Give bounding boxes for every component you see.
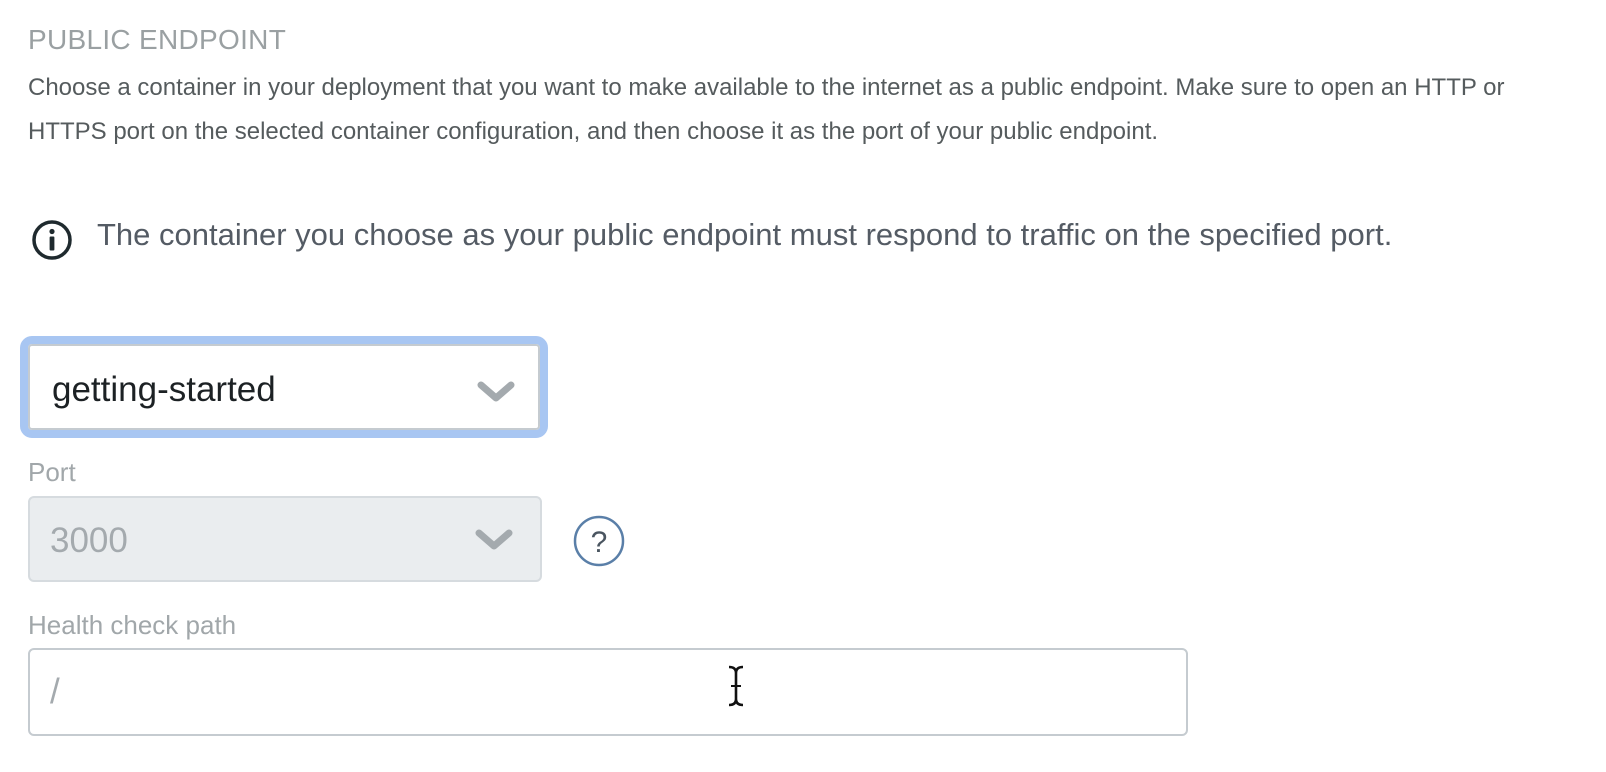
- info-circle-icon: [32, 220, 72, 260]
- chevron-down-icon[interactable]: [474, 528, 514, 552]
- section-heading: PUBLIC ENDPOINT: [28, 24, 287, 55]
- info-text: The container you choose as your public …: [97, 217, 1393, 252]
- svg-text:?: ?: [591, 526, 608, 559]
- container-select[interactable]: getting-started: [20, 336, 548, 438]
- container-select-value: getting-started: [52, 370, 276, 409]
- chevron-down-icon[interactable]: [476, 380, 516, 404]
- health-check-path-label: Health check path: [28, 610, 237, 640]
- health-check-path-input[interactable]: [28, 648, 1188, 736]
- question-circle-icon[interactable]: ?: [572, 514, 626, 568]
- container-select-box[interactable]: getting-started: [28, 344, 540, 430]
- port-select[interactable]: 3000: [28, 496, 542, 582]
- port-select-value: 3000: [50, 521, 128, 560]
- section-description: Choose a container in your deployment th…: [28, 74, 1505, 145]
- port-label: Port: [28, 457, 76, 487]
